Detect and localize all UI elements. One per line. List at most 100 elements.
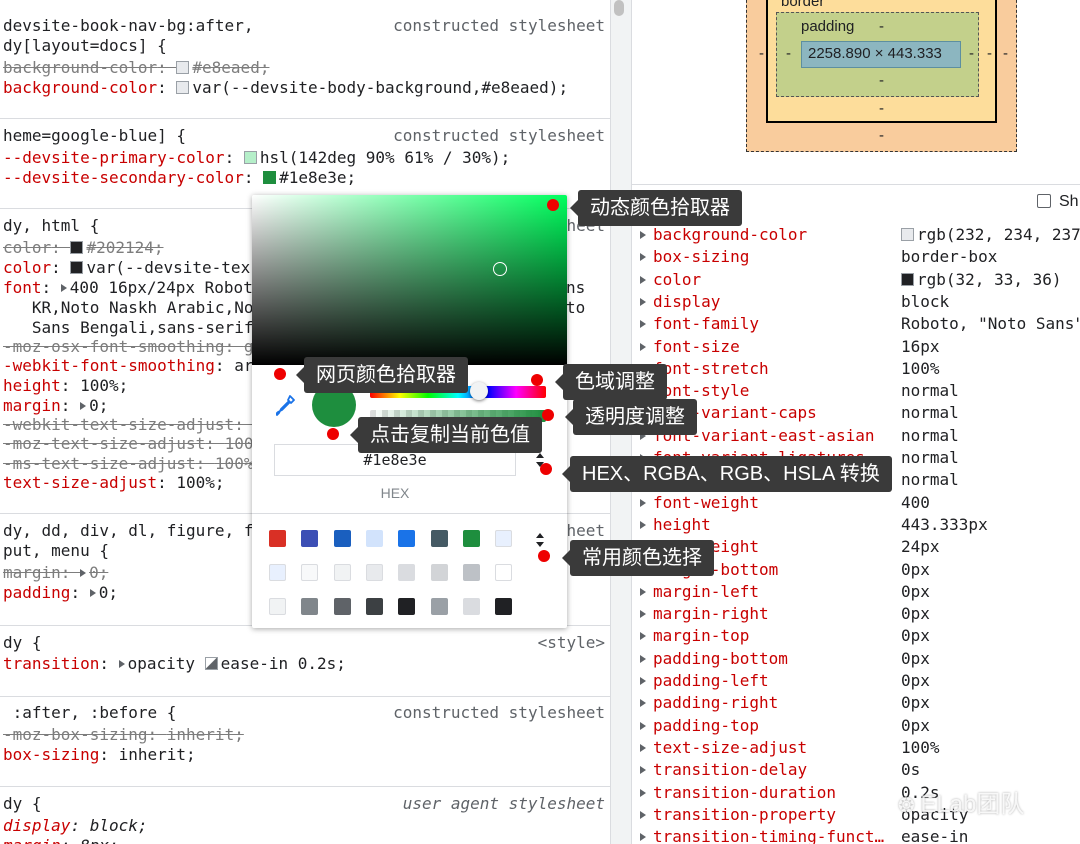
palette-swatch[interactable] [462, 530, 480, 547]
expand-arrow-icon[interactable] [640, 766, 646, 775]
computed-row[interactable]: margin-top 0px [634, 625, 1080, 647]
declaration[interactable]: --devsite-secondary-color: #1e8e3e; [3, 168, 356, 188]
computed-row[interactable]: text-size-adjust 100% [634, 737, 1080, 759]
declaration[interactable]: background-color: #e8eaed; [3, 58, 269, 78]
expand-arrow-icon[interactable] [640, 297, 646, 306]
declaration[interactable]: background-color: var(--devsite-body-bac… [3, 78, 568, 98]
property-value[interactable]: 100%; [176, 473, 224, 492]
palette-swatch[interactable] [495, 530, 513, 547]
palette-swatch[interactable] [495, 564, 513, 581]
declaration[interactable]: margin: 0; [3, 563, 108, 583]
declaration[interactable]: -moz-box-sizing: inherit; [3, 725, 244, 745]
expand-arrow-icon[interactable] [640, 632, 646, 641]
padding-left-value[interactable]: - [786, 45, 791, 62]
computed-row[interactable]: height 443.333px [634, 514, 1080, 536]
declaration[interactable]: -webkit-text-size-adjust: [3, 415, 253, 435]
property-value[interactable]: var(--devsite-body-background,#e8eaed); [192, 78, 568, 97]
computed-row[interactable]: padding-right 0px [634, 692, 1080, 714]
property-name[interactable]: --devsite-primary-color [3, 148, 225, 167]
palette-swatch[interactable] [462, 564, 480, 581]
expand-arrow-icon[interactable] [640, 654, 646, 663]
expand-arrow-icon[interactable] [640, 498, 646, 507]
property-value[interactable]: #e8eaed; [192, 58, 269, 77]
expand-icon[interactable] [80, 569, 87, 577]
property-value[interactable]: 100%; [80, 376, 128, 395]
declaration[interactable]: box-sizing: inherit; [3, 745, 196, 765]
computed-row[interactable]: padding-bottom 0px [634, 648, 1080, 670]
palette-swatch[interactable] [269, 598, 286, 615]
rule-selector[interactable]: put, menu { [3, 541, 109, 561]
property-name[interactable]: margin [3, 396, 61, 415]
computed-row[interactable]: transition-timing-funct… ease-in [634, 826, 1080, 844]
expand-arrow-icon[interactable] [640, 342, 646, 351]
declaration[interactable]: padding: 0; [3, 583, 118, 603]
color-swatch[interactable] [70, 241, 84, 254]
computed-row[interactable]: font-stretch 100% [634, 358, 1080, 380]
declaration[interactable]: font: 400 16px/24px Robot [3, 278, 253, 298]
palette-swatch[interactable] [269, 530, 286, 547]
property-value[interactable]: 0; [89, 563, 108, 582]
palette-toggle-icon[interactable] [535, 530, 545, 550]
property-name[interactable]: text-size-adjust [3, 473, 157, 492]
property-name[interactable]: font [3, 278, 42, 297]
declaration[interactable]: transition: opacity ease-in 0.2s; [3, 654, 346, 674]
declaration[interactable]: --devsite-primary-color: hsl(142deg 90% … [3, 148, 510, 168]
property-name[interactable]: background-color [3, 58, 157, 77]
property-value[interactable]: opacity [128, 654, 195, 673]
sv-selector-handle[interactable] [493, 262, 507, 276]
palette-swatch[interactable] [365, 530, 383, 547]
border-bottom-value[interactable]: - [879, 100, 884, 117]
computed-row[interactable]: margin-right 0px [634, 603, 1080, 625]
declaration[interactable]: margin: 0; [3, 396, 108, 416]
expand-arrow-icon[interactable] [640, 231, 646, 239]
expand-arrow-icon[interactable] [640, 743, 646, 752]
rule-source-link[interactable]: <style> [538, 633, 605, 653]
rule-selector[interactable]: dy, html { [3, 216, 99, 236]
expand-icon[interactable] [80, 402, 87, 410]
rule-selector[interactable]: heme=google-blue] { [3, 126, 186, 146]
property-name[interactable]: transition [3, 654, 99, 673]
property-value[interactable]: inherit; [167, 725, 244, 744]
show-all-checkbox[interactable] [1037, 194, 1051, 208]
property-value[interactable]: 0; [99, 583, 118, 602]
padding-right-value[interactable]: - [969, 45, 974, 62]
expand-icon[interactable] [118, 660, 125, 668]
palette-swatch[interactable] [269, 564, 286, 581]
property-value[interactable]: 0; [89, 396, 108, 415]
palette-swatch[interactable] [495, 598, 513, 615]
expand-arrow-icon[interactable] [640, 699, 646, 708]
palette-swatch[interactable] [365, 598, 383, 615]
palette-swatch[interactable] [430, 564, 448, 581]
declaration[interactable]: -ms-text-size-adjust: 100% [3, 454, 253, 474]
palette-swatch[interactable] [301, 598, 319, 615]
rule-source-link[interactable]: heet [566, 521, 605, 541]
expand-arrow-icon[interactable] [640, 677, 646, 685]
color-swatch-active[interactable] [263, 171, 277, 184]
scrollbar-thumb[interactable] [614, 0, 624, 16]
easing-editor-icon[interactable] [204, 657, 218, 670]
expand-arrow-icon[interactable] [640, 788, 646, 797]
computed-row[interactable]: transition-delay 0s [634, 759, 1080, 781]
expand-arrow-icon[interactable] [640, 275, 646, 284]
declaration[interactable]: color: #202124; [3, 238, 164, 258]
rule-source-link[interactable]: constructed stylesheet [393, 126, 605, 146]
computed-row[interactable]: box-sizing border-box [634, 246, 1080, 268]
property-value[interactable]: var(--devsite-tex [86, 258, 250, 277]
rule-source-link[interactable]: constructed stylesheet [393, 16, 605, 36]
hue-slider-thumb[interactable] [470, 382, 488, 400]
rule-source-link[interactable]: constructed stylesheet [393, 703, 605, 723]
rule-selector[interactable]: devsite-book-nav-bg:after, [3, 16, 253, 36]
padding-top-value[interactable]: - [879, 18, 884, 35]
property-name[interactable]: box-sizing [3, 745, 99, 764]
property-name[interactable]: height [3, 376, 61, 395]
computed-row[interactable]: font-style normal [634, 380, 1080, 402]
palette-swatch[interactable] [333, 530, 351, 547]
property-value[interactable]: 100% [215, 454, 254, 473]
expand-arrow-icon[interactable] [640, 520, 646, 529]
palette-swatch[interactable] [462, 598, 480, 615]
expand-arrow-icon[interactable] [640, 610, 646, 619]
expand-icon[interactable] [89, 589, 96, 597]
palette-swatch[interactable] [365, 564, 383, 581]
property-name[interactable]: color [3, 258, 51, 277]
declaration[interactable]: -webkit-font-smoothing: ar [3, 356, 253, 376]
